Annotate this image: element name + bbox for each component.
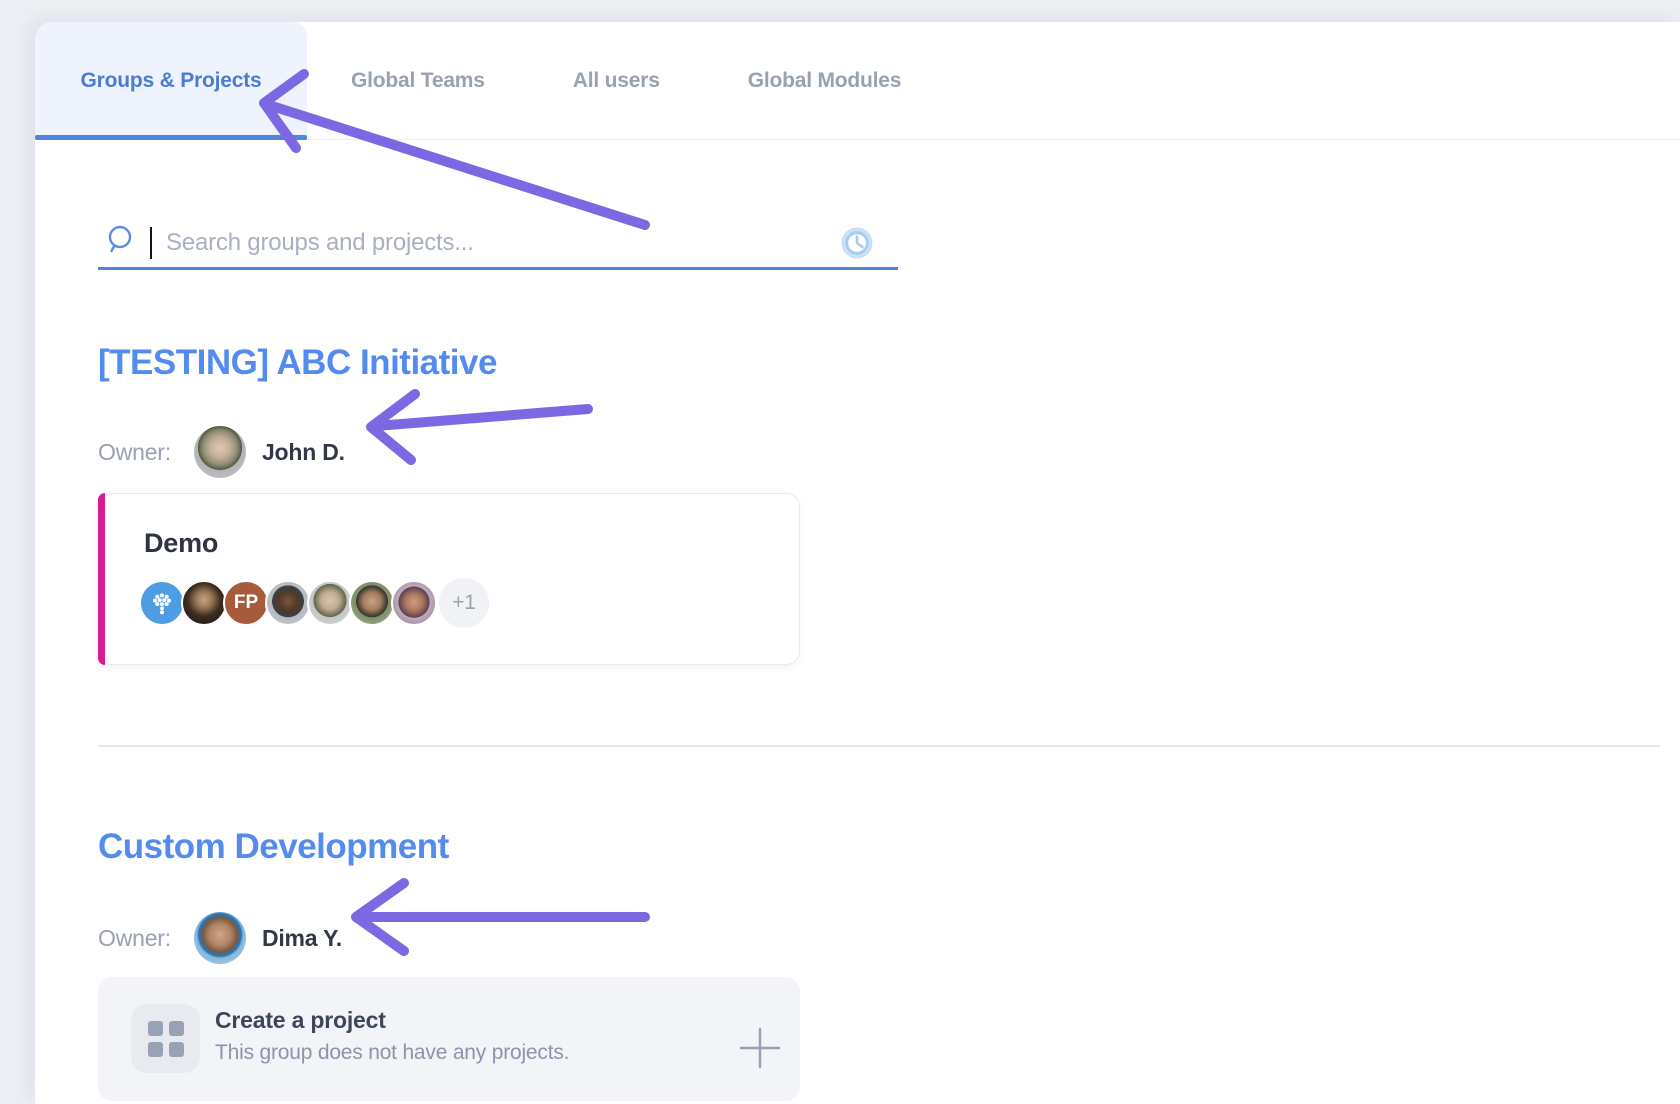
owner-label: Owner: <box>98 925 171 952</box>
add-project-button[interactable] <box>738 1026 782 1070</box>
plus-icon <box>738 1026 782 1070</box>
project-name: Demo <box>144 528 218 559</box>
section-divider <box>98 745 1660 747</box>
owner-avatar-dima <box>194 912 246 964</box>
tab-global-modules[interactable]: Global Modules <box>704 22 946 139</box>
group-title-custom-development[interactable]: Custom Development <box>98 828 449 867</box>
owner-name: John D. <box>262 439 345 466</box>
project-card-demo[interactable]: Demo FP <box>98 493 800 665</box>
active-tab-underline <box>35 135 307 140</box>
members-overflow-badge[interactable]: +1 <box>439 578 489 628</box>
tab-label: Global Teams <box>351 69 485 93</box>
create-project-subtitle: This group does not have any projects. <box>215 1041 569 1065</box>
create-project-card[interactable]: Create a project This group does not hav… <box>98 977 800 1101</box>
main-panel: Groups & Projects Global Teams All users… <box>35 22 1680 1104</box>
search-icon <box>104 224 136 261</box>
group-owner-row: Owner: John D. <box>98 426 345 478</box>
tab-label: Global Modules <box>748 69 902 93</box>
create-project-title: Create a project <box>215 1007 386 1034</box>
squares-grid-icon <box>148 1021 184 1057</box>
tab-label: Groups & Projects <box>81 69 262 93</box>
tab-all-users[interactable]: All users <box>529 22 704 139</box>
team-logo-avatar <box>139 580 185 626</box>
search-bar <box>98 218 898 270</box>
text-cursor <box>150 227 152 259</box>
group-title-testing-abc-initiative[interactable]: [TESTING] ABC Initiative <box>98 344 497 383</box>
owner-name: Dima Y. <box>262 925 342 952</box>
grid-tile-icon <box>131 1004 200 1073</box>
tab-label: All users <box>573 69 660 93</box>
member-photo-avatar <box>181 580 227 626</box>
owner-avatar-john <box>194 426 246 478</box>
group-owner-row: Owner: Dima Y. <box>98 912 342 964</box>
member-photo-avatar <box>265 580 311 626</box>
clock-icon <box>840 226 874 260</box>
owner-label: Owner: <box>98 439 171 466</box>
member-photo-avatar <box>391 580 437 626</box>
search-input[interactable] <box>166 229 826 257</box>
project-accent-bar <box>98 493 105 665</box>
member-photo-avatar <box>349 580 395 626</box>
admin-groups-page: Groups & Projects Global Teams All users… <box>0 0 1680 1104</box>
recent-searches-button[interactable] <box>840 226 874 260</box>
tab-global-teams[interactable]: Global Teams <box>307 22 529 139</box>
project-members-avatar-stack: FP +1 <box>139 578 489 628</box>
member-photo-avatar <box>307 580 353 626</box>
member-initials-avatar: FP <box>223 580 269 626</box>
tab-bar: Groups & Projects Global Teams All users… <box>35 22 1680 140</box>
tab-groups-and-projects[interactable]: Groups & Projects <box>35 22 307 139</box>
